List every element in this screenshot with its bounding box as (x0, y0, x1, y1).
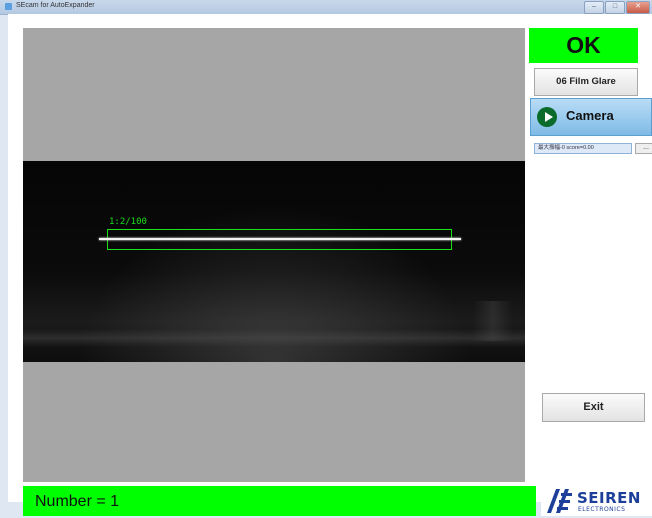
play-icon (537, 107, 557, 127)
detected-film-edge (99, 238, 461, 240)
camera-button[interactable]: Camera (530, 98, 652, 136)
app-client-area: 1:2/100 OK 06 Film Glare Camera 最大振幅-0 s… (8, 14, 652, 516)
company-logo: SEIREN ELECTRONICS (541, 486, 652, 516)
close-button[interactable]: ✕ (626, 1, 650, 14)
camera-image: 1:2/100 (23, 161, 525, 362)
result-indicator: OK (529, 28, 638, 63)
camera-button-label: Camera (566, 108, 614, 123)
camera-reflection-edge (473, 301, 513, 341)
camera-reflection (23, 329, 525, 347)
more-options-button[interactable]: ... (635, 143, 652, 154)
number-display: Number = 1 (23, 486, 536, 516)
minimize-button[interactable]: – (584, 1, 604, 14)
mode-button[interactable]: 06 Film Glare (534, 68, 638, 96)
camera-view: 1:2/100 (23, 28, 525, 482)
maximize-button[interactable]: □ (605, 1, 625, 14)
window-title: SEcam for AutoExpander (16, 2, 95, 9)
measurement-info: 最大振幅-0 score=0.00 (534, 143, 632, 154)
exit-button[interactable]: Exit (542, 393, 645, 422)
app-icon (5, 3, 12, 10)
roi-label: 1:2/100 (109, 217, 147, 227)
logo-text: SEIREN (577, 489, 641, 507)
logo-subtext: ELECTRONICS (578, 506, 626, 513)
window-titlebar: SEcam for AutoExpander – □ ✕ (0, 0, 652, 15)
seiren-logo-mark (547, 489, 572, 513)
